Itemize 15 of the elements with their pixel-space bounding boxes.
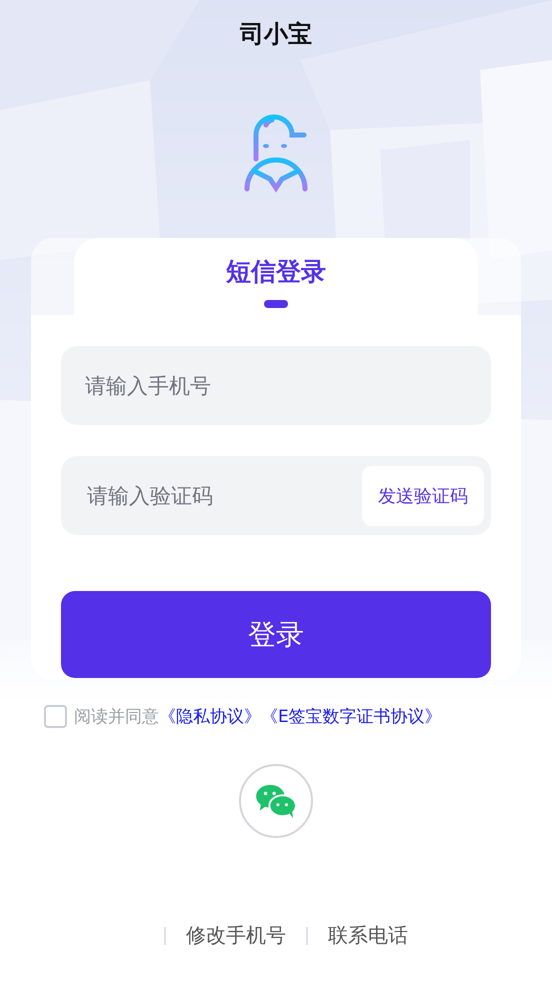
active-tab-indicator — [264, 300, 288, 308]
login-button[interactable]: 登录 — [61, 591, 491, 678]
agreement-text: 阅读并同意 — [74, 706, 159, 728]
login-tab[interactable]: 短信登录 — [74, 238, 478, 315]
footer-link[interactable]: 修改手机号 — [186, 922, 286, 949]
footer-link[interactable]: 联系电话 — [328, 922, 408, 949]
phone-input-field[interactable]: 请输入手机号 — [61, 346, 491, 425]
agreement-checkbox[interactable] — [44, 705, 67, 728]
agreement-link[interactable]: 《E签宝数字证书协议》 — [261, 705, 442, 728]
code-input-field[interactable]: 请输入验证码 发送验证码 — [61, 456, 491, 535]
driver-avatar-icon — [244, 113, 308, 193]
app-title: 司小宝 — [240, 19, 312, 50]
agreement-link[interactable]: 《隐私协议》 — [159, 705, 261, 728]
send-code-button[interactable]: 发送验证码 — [362, 466, 484, 526]
chat-bubbles-icon — [255, 783, 297, 819]
